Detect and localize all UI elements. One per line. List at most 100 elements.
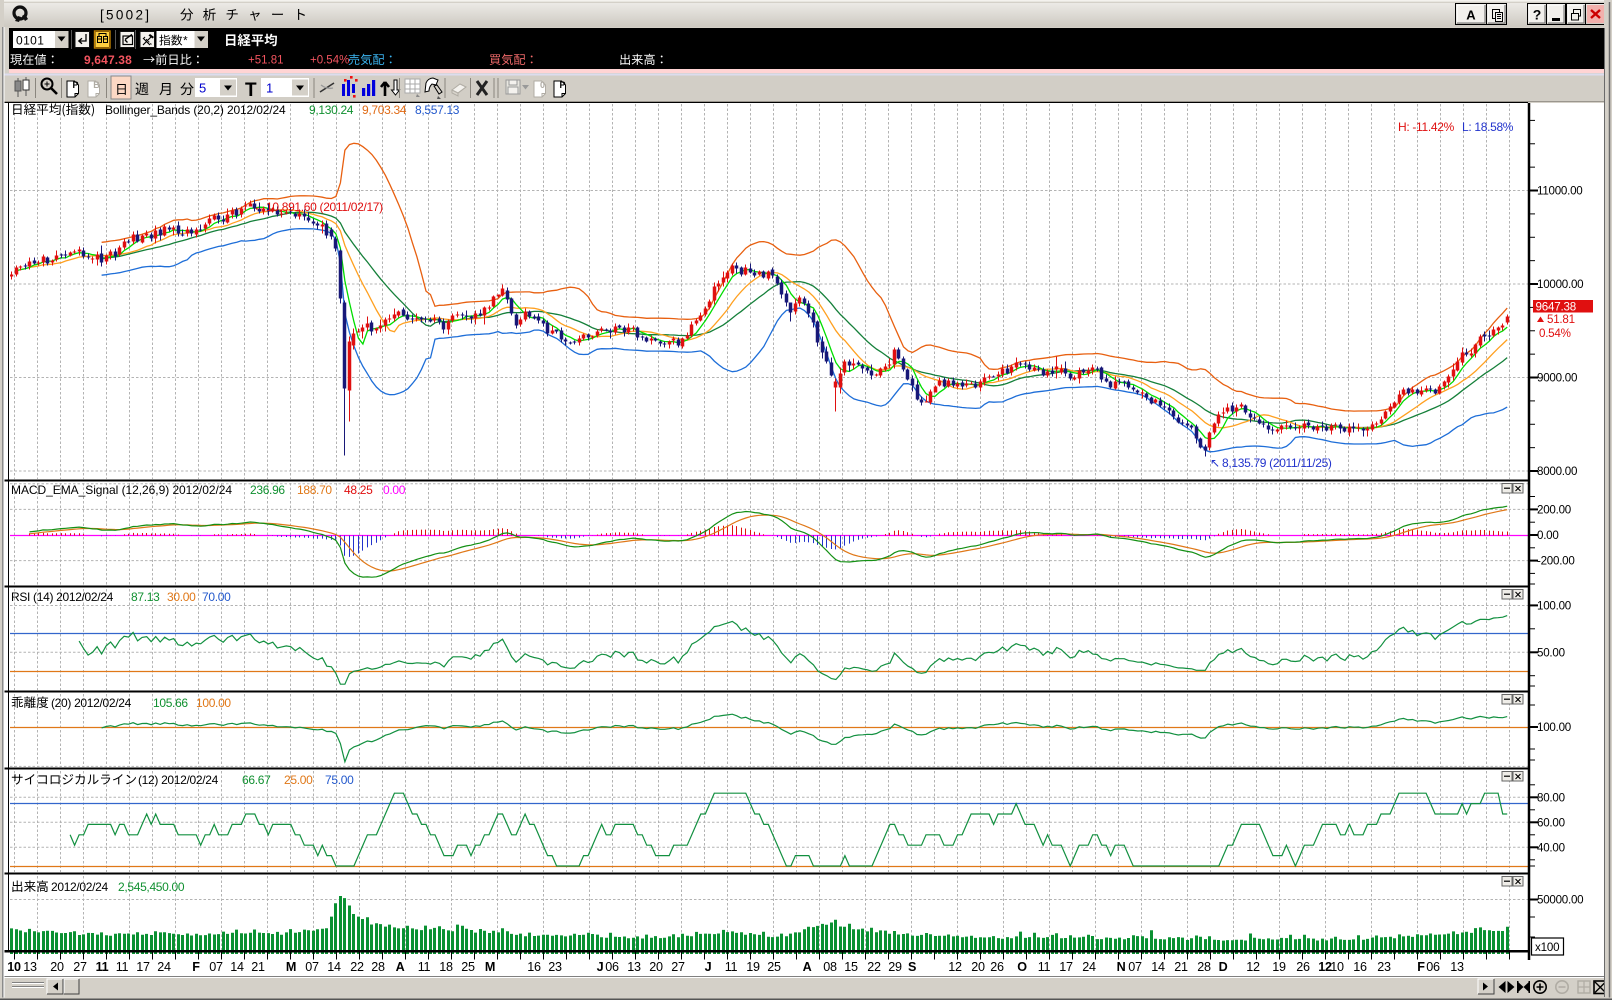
svg-text:11: 11 xyxy=(116,960,129,974)
svg-text:87.13: 87.13 xyxy=(131,590,160,604)
svg-text:H: -11.42%: H: -11.42% xyxy=(1398,120,1455,134)
svg-text:8,557.13: 8,557.13 xyxy=(415,103,460,117)
svg-text:T: T xyxy=(245,80,257,101)
svg-text:9,703.34: 9,703.34 xyxy=(362,103,407,117)
svg-text:?: ? xyxy=(1533,7,1542,23)
svg-text:A: A xyxy=(803,960,812,974)
svg-text:20: 20 xyxy=(971,960,985,974)
svg-text:66.67: 66.67 xyxy=(242,773,271,787)
svg-text:D: D xyxy=(1219,960,1228,974)
svg-text:14: 14 xyxy=(1151,960,1165,974)
svg-text:10,891.60 (2011/02/17): 10,891.60 (2011/02/17) xyxy=(266,200,383,214)
svg-text:22: 22 xyxy=(350,960,364,974)
svg-text:2012/02/24: 2012/02/24 xyxy=(51,880,109,894)
svg-text:30.00: 30.00 xyxy=(167,590,196,604)
svg-text:0.54%: 0.54% xyxy=(1539,327,1571,340)
svg-text:8000.00: 8000.00 xyxy=(1537,465,1577,478)
svg-text:25: 25 xyxy=(767,960,781,974)
svg-text:06: 06 xyxy=(1426,960,1440,974)
svg-text:12: 12 xyxy=(1246,960,1260,974)
svg-text:8,135.79 (2011/11/25): 8,135.79 (2011/11/25) xyxy=(1222,456,1332,470)
svg-text:+51.81: +51.81 xyxy=(248,55,284,67)
svg-text:↖: ↖ xyxy=(1210,456,1220,470)
svg-text:25: 25 xyxy=(461,960,475,974)
svg-text:10: 10 xyxy=(7,960,21,974)
svg-text:14: 14 xyxy=(230,960,244,974)
svg-text:(20) 2012/02/24: (20) 2012/02/24 xyxy=(51,696,132,710)
svg-text:20: 20 xyxy=(649,960,663,974)
svg-text:11: 11 xyxy=(1038,960,1051,974)
svg-text:J: J xyxy=(597,960,604,974)
svg-text:26: 26 xyxy=(990,960,1004,974)
svg-text:08: 08 xyxy=(823,960,837,974)
svg-text:12: 12 xyxy=(948,960,962,974)
svg-text:10: 10 xyxy=(1330,960,1344,974)
svg-text:O: O xyxy=(1017,960,1027,974)
svg-text:70.00: 70.00 xyxy=(202,590,231,604)
svg-text:21: 21 xyxy=(251,960,265,974)
svg-text:23: 23 xyxy=(548,960,562,974)
svg-text:F: F xyxy=(1417,960,1425,974)
svg-text:B: B xyxy=(93,80,100,90)
svg-text:75.00: 75.00 xyxy=(325,773,354,787)
svg-text:9,647.38: 9,647.38 xyxy=(84,53,132,67)
svg-text:M: M xyxy=(485,960,495,974)
svg-text:9000.00: 9000.00 xyxy=(1537,372,1577,385)
svg-text:11: 11 xyxy=(96,960,109,974)
svg-text:20: 20 xyxy=(50,960,64,974)
svg-text:MACD_EMA_Signal (12,26,9) 2012: MACD_EMA_Signal (12,26,9) 2012/02/24 xyxy=(11,483,232,497)
svg-text:Bollinger_Bands (20,2) 2012/02: Bollinger_Bands (20,2) 2012/02/24 xyxy=(105,103,286,117)
svg-text:07: 07 xyxy=(1128,960,1142,974)
svg-text:236.96: 236.96 xyxy=(250,483,285,497)
svg-text:P: P xyxy=(72,80,78,90)
svg-text:07: 07 xyxy=(209,960,223,974)
svg-text:9647.38: 9647.38 xyxy=(1536,301,1577,314)
svg-text:27: 27 xyxy=(671,960,685,974)
svg-text:A: A xyxy=(396,960,405,974)
svg-text:0.00: 0.00 xyxy=(1537,529,1559,542)
svg-text:80.00: 80.00 xyxy=(1537,791,1565,804)
svg-text:28: 28 xyxy=(371,960,385,974)
svg-text:13: 13 xyxy=(627,960,641,974)
svg-text:13: 13 xyxy=(1450,960,1464,974)
svg-text:188.70: 188.70 xyxy=(297,483,332,497)
svg-text:21: 21 xyxy=(1174,960,1188,974)
svg-text:+0.54%: +0.54% xyxy=(310,55,349,67)
svg-text:0101: 0101 xyxy=(16,34,44,48)
svg-text:13: 13 xyxy=(23,960,37,974)
svg-text:S: S xyxy=(908,960,916,974)
svg-text:100.00: 100.00 xyxy=(1537,721,1571,734)
svg-text:25.00: 25.00 xyxy=(284,773,313,787)
svg-text:105.66: 105.66 xyxy=(153,696,188,710)
svg-text:16: 16 xyxy=(1353,960,1367,974)
svg-text:23: 23 xyxy=(1377,960,1391,974)
svg-text:19: 19 xyxy=(746,960,760,974)
svg-text:←: ← xyxy=(253,199,266,214)
svg-text:*: * xyxy=(183,34,188,48)
svg-text:5: 5 xyxy=(199,81,206,96)
svg-text:0.00: 0.00 xyxy=(383,483,406,497)
svg-text:18: 18 xyxy=(439,960,453,974)
svg-text:x100: x100 xyxy=(1535,941,1559,954)
svg-text:N: N xyxy=(1117,960,1126,974)
svg-text:17: 17 xyxy=(136,960,150,974)
svg-text:-200.00: -200.00 xyxy=(1537,555,1575,568)
svg-text:17: 17 xyxy=(1059,960,1073,974)
svg-text:10000.00: 10000.00 xyxy=(1537,278,1583,291)
svg-text:14: 14 xyxy=(327,960,341,974)
svg-text:24: 24 xyxy=(1082,960,1096,974)
svg-text:15: 15 xyxy=(844,960,858,974)
svg-text:[5002]: [5002] xyxy=(100,8,151,23)
svg-text:9,130.24: 9,130.24 xyxy=(309,103,354,117)
svg-text:M: M xyxy=(286,960,296,974)
svg-text:A: A xyxy=(1466,8,1476,23)
svg-text:L: 18.58%: L: 18.58% xyxy=(1462,120,1514,134)
svg-text:100.00: 100.00 xyxy=(1537,599,1571,612)
svg-text:29: 29 xyxy=(888,960,902,974)
svg-text:2,545,450.00: 2,545,450.00 xyxy=(118,880,185,894)
svg-text:51.81: 51.81 xyxy=(1547,313,1575,326)
svg-text:22: 22 xyxy=(867,960,881,974)
svg-text:60.00: 60.00 xyxy=(1537,816,1565,829)
svg-text:26: 26 xyxy=(1296,960,1310,974)
svg-text:27: 27 xyxy=(73,960,87,974)
